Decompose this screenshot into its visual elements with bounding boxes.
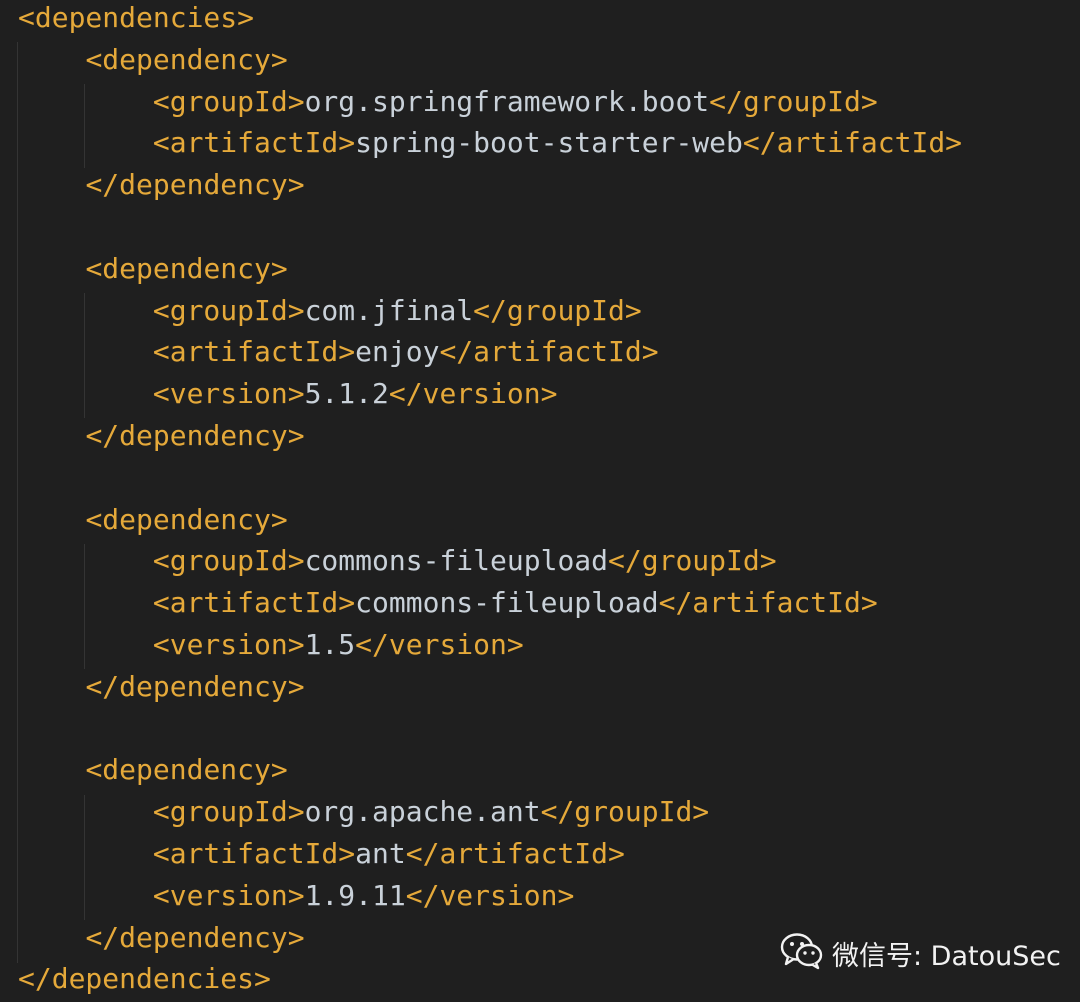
code-line: <artifactId>spring-boot-starter-web</art… xyxy=(18,122,962,164)
code-line: <version>1.9.11</version> xyxy=(18,875,962,917)
xml-value: commons-fileupload xyxy=(355,586,659,620)
xml-tag: </groupId> xyxy=(709,84,878,118)
code-line: <dependency> xyxy=(18,248,962,290)
xml-tag: <groupId> xyxy=(152,84,305,118)
code-line: <dependencies> xyxy=(18,0,962,39)
xml-tag: </dependency> xyxy=(85,418,305,452)
xml-tag: <artifactId> xyxy=(152,836,356,870)
xml-tag: <version> xyxy=(152,878,305,912)
xml-tag: </version> xyxy=(388,377,558,411)
xml-tag: </artifactId> xyxy=(439,335,659,369)
code-line: </dependency> xyxy=(18,164,962,206)
code-line: <artifactId>enjoy</artifactId> xyxy=(18,331,962,373)
code-line: <dependency> xyxy=(18,749,962,791)
code-line: <groupId>commons-fileupload</groupId> xyxy=(18,540,962,582)
wechat-icon xyxy=(780,932,824,975)
xml-tag: </groupId> xyxy=(473,293,642,327)
xml-tag: </dependency> xyxy=(85,168,305,202)
xml-tag: </artifactId> xyxy=(405,836,625,870)
code-line: <groupId>com.jfinal</groupId> xyxy=(18,290,962,332)
code-editor: <dependencies> <dependency> <groupId>org… xyxy=(0,0,1080,1002)
code-line: <groupId>org.apache.ant</groupId> xyxy=(18,791,962,833)
xml-value: commons-fileupload xyxy=(304,544,609,578)
xml-tag: <artifactId> xyxy=(152,126,356,160)
xml-tag: <groupId> xyxy=(152,795,305,829)
code-block: <dependencies> <dependency> <groupId>org… xyxy=(18,0,962,1000)
xml-value: org.springframework.boot xyxy=(304,84,710,118)
xml-tag: <dependency> xyxy=(85,251,288,285)
xml-tag: </dependency> xyxy=(85,669,305,703)
code-line: <artifactId>commons-fileupload</artifact… xyxy=(18,582,962,624)
watermark-label: 微信号: DatouSec xyxy=(832,940,1061,972)
xml-tag: <dependencies> xyxy=(18,1,255,34)
watermark: 微信号: DatouSec xyxy=(780,931,1061,975)
xml-tag: </dependency> xyxy=(85,920,305,954)
xml-tag: </artifactId> xyxy=(742,126,963,160)
xml-tag: </dependencies> xyxy=(18,962,271,996)
code-line: <dependency> xyxy=(18,39,962,81)
xml-tag: <groupId> xyxy=(152,544,305,578)
xml-tag: </version> xyxy=(355,627,524,661)
code-line: <artifactId>ant</artifactId> xyxy=(18,833,962,875)
code-line: <groupId>org.springframework.boot</group… xyxy=(18,81,962,123)
code-line: <version>5.1.2</version> xyxy=(18,373,962,415)
xml-tag: <groupId> xyxy=(152,293,305,327)
xml-value: ant xyxy=(355,836,406,870)
code-line: </dependency> xyxy=(18,415,962,457)
code-line: <version>1.5</version> xyxy=(18,624,962,666)
xml-tag: <artifactId> xyxy=(152,335,356,369)
xml-value: com.jfinal xyxy=(304,293,474,327)
xml-value: 1.5 xyxy=(304,627,356,661)
xml-tag: <dependency> xyxy=(85,42,288,76)
code-line: <dependency> xyxy=(18,499,962,541)
xml-tag: <dependency> xyxy=(85,753,288,787)
xml-value: org.apache.ant xyxy=(304,795,541,829)
xml-value: 1.9.11 xyxy=(304,878,406,912)
xml-value: spring-boot-starter-web xyxy=(355,126,743,160)
xml-tag: <dependency> xyxy=(85,502,288,536)
xml-value: enjoy xyxy=(355,335,440,369)
xml-value: 5.1.2 xyxy=(304,377,389,411)
xml-tag: </groupId> xyxy=(608,544,777,578)
xml-tag: </version> xyxy=(405,878,575,912)
code-line: </dependency> xyxy=(18,666,962,708)
xml-tag: <artifactId> xyxy=(152,586,356,620)
xml-tag: <version> xyxy=(152,377,305,411)
xml-tag: </artifactId> xyxy=(658,586,878,620)
xml-tag: </groupId> xyxy=(540,795,710,829)
xml-tag: <version> xyxy=(152,627,305,661)
